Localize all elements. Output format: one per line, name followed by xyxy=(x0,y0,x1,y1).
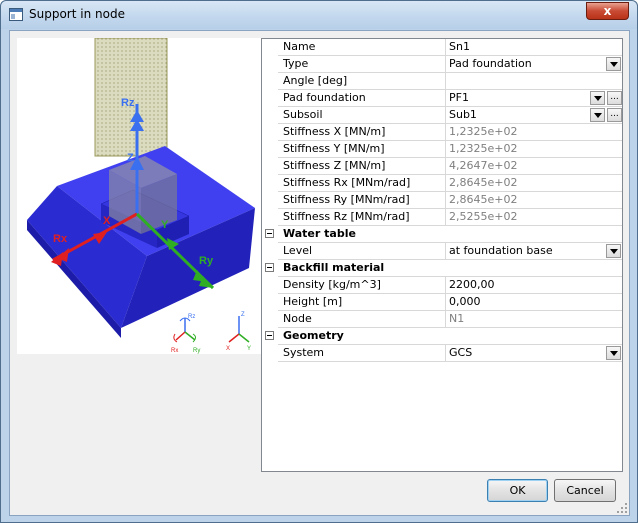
mini-y-label: Y xyxy=(247,346,251,352)
prop-row-stiffness-rx: Stiffness Rx [MNm/rad] 2,8645e+02 xyxy=(262,175,622,192)
pad-foundation-dropdown-value: PF1 xyxy=(449,91,469,104)
category-label: Water table xyxy=(278,226,622,243)
prop-row-stiffness-z: Stiffness Z [MN/m] 4,2647e+02 xyxy=(262,158,622,175)
prop-row-pad-foundation[interactable]: Pad foundation PF1 ... xyxy=(262,90,622,107)
prop-label: Stiffness X [MN/m] xyxy=(278,124,446,141)
mini-x-label: X xyxy=(226,346,230,352)
prop-row-subsoil[interactable]: Subsoil Sub1 ... xyxy=(262,107,622,124)
prop-value-type[interactable]: Pad foundation xyxy=(446,56,622,73)
prop-label: Node xyxy=(278,311,446,328)
prop-label: Type xyxy=(278,56,446,73)
subsoil-dropdown-button[interactable] xyxy=(590,108,605,122)
prop-value-height[interactable]: 0,000 xyxy=(446,294,622,311)
type-dropdown-value: Pad foundation xyxy=(449,57,532,70)
prop-row-density[interactable]: Density [kg/m^3] 2200,00 xyxy=(262,277,622,294)
foundation-3d-view[interactable]: Z Rz X Rx Y Ry Rz Rx Ry Z X Y xyxy=(17,38,261,354)
prop-row-stiffness-y: Stiffness Y [MN/m] 1,2325e+02 xyxy=(262,141,622,158)
prop-label: System xyxy=(278,345,446,362)
prop-row-level[interactable]: Level at foundation base xyxy=(262,243,622,260)
prop-value-stiffness-ry: 2,8645e+02 xyxy=(446,192,622,209)
pad-foundation-dropdown-button[interactable] xyxy=(590,91,605,105)
resize-grip-icon[interactable] xyxy=(616,502,628,514)
prop-value-stiffness-y: 1,2325e+02 xyxy=(446,141,622,158)
axis-rx-label: Rx xyxy=(53,233,68,245)
axis-z-label: Z xyxy=(127,152,134,164)
prop-row-stiffness-rz: Stiffness Rz [MNm/rad] 2,5255e+02 xyxy=(262,209,622,226)
category-water-table[interactable]: Water table xyxy=(262,226,622,243)
prop-label: Level xyxy=(278,243,446,260)
prop-label: Stiffness Ry [MNm/rad] xyxy=(278,192,446,209)
prop-value-pad-foundation[interactable]: PF1 ... xyxy=(446,90,622,107)
axis-x-label: X xyxy=(103,215,111,227)
system-dropdown-button[interactable] xyxy=(606,346,621,360)
dialog-window: Support in node x Z Rz X Rx Y Ry Rz Rx R… xyxy=(0,0,638,523)
type-dropdown-button[interactable] xyxy=(606,57,621,71)
prop-row-height[interactable]: Height [m] 0,000 xyxy=(262,294,622,311)
prop-label: Subsoil xyxy=(278,107,446,124)
property-grid[interactable]: Name Sn1 Type Pad foundation Angle [deg]… xyxy=(261,38,623,472)
prop-row-system[interactable]: System GCS xyxy=(262,345,622,362)
pad-foundation-edit-button[interactable]: ... xyxy=(607,91,622,105)
mini-z-label: Z xyxy=(241,312,245,318)
prop-value-stiffness-rz: 2,5255e+02 xyxy=(446,209,622,226)
category-label: Backfill material xyxy=(278,260,622,277)
axis-ry-label: Ry xyxy=(199,255,214,267)
mini-triad-axes: Z X Y xyxy=(226,312,251,352)
prop-label: Stiffness Rz [MNm/rad] xyxy=(278,209,446,226)
category-backfill-material[interactable]: Backfill material xyxy=(262,260,622,277)
prop-label: Density [kg/m^3] xyxy=(278,277,446,294)
prop-value-stiffness-z: 4,2647e+02 xyxy=(446,158,622,175)
prop-row-name[interactable]: Name Sn1 xyxy=(262,39,622,56)
prop-value-name[interactable]: Sn1 xyxy=(446,39,622,56)
prop-row-node: Node N1 xyxy=(262,311,622,328)
collapse-icon[interactable] xyxy=(265,263,274,272)
dialog-client-area: Z Rz X Rx Y Ry Rz Rx Ry Z X Y Name Sn1 T… xyxy=(9,30,630,516)
prop-row-type[interactable]: Type Pad foundation xyxy=(262,56,622,73)
collapse-icon[interactable] xyxy=(265,331,274,340)
level-dropdown-button[interactable] xyxy=(606,244,621,258)
axis-rz-label: Rz xyxy=(121,97,135,109)
prop-label: Pad foundation xyxy=(278,90,446,107)
title-bar[interactable]: Support in node x xyxy=(1,1,637,29)
prop-value-density[interactable]: 2200,00 xyxy=(446,277,622,294)
prop-label: Angle [deg] xyxy=(278,73,446,90)
prop-label: Stiffness Rx [MNm/rad] xyxy=(278,175,446,192)
prop-value-node: N1 xyxy=(446,311,622,328)
cancel-button[interactable]: Cancel xyxy=(554,479,616,502)
prop-label: Stiffness Z [MN/m] xyxy=(278,158,446,175)
mini-rx-label: Rx xyxy=(171,348,178,354)
prop-value-subsoil[interactable]: Sub1 ... xyxy=(446,107,622,124)
window-title: Support in node xyxy=(29,7,125,21)
subsoil-edit-button[interactable]: ... xyxy=(607,108,622,122)
ok-button[interactable]: OK xyxy=(487,479,548,502)
prop-value-system[interactable]: GCS xyxy=(446,345,622,362)
prop-value-stiffness-x: 1,2325e+02 xyxy=(446,124,622,141)
prop-value-angle[interactable] xyxy=(446,73,622,90)
prop-row-stiffness-ry: Stiffness Ry [MNm/rad] 2,8645e+02 xyxy=(262,192,622,209)
category-geometry[interactable]: Geometry xyxy=(262,328,622,345)
subsoil-dropdown-value: Sub1 xyxy=(449,108,477,121)
axis-y-label: Y xyxy=(161,219,169,231)
close-button[interactable]: x xyxy=(586,2,629,20)
level-dropdown-value: at foundation base xyxy=(449,244,553,257)
foundation-3d-drawing: Z Rz X Rx Y Ry Rz Rx Ry Z X Y xyxy=(27,38,255,354)
system-dropdown-value: GCS xyxy=(449,346,473,359)
prop-label: Name xyxy=(278,39,446,56)
collapse-icon[interactable] xyxy=(265,229,274,238)
category-label: Geometry xyxy=(278,328,622,345)
mini-rz-label: Rz xyxy=(188,314,195,320)
prop-label: Stiffness Y [MN/m] xyxy=(278,141,446,158)
prop-label: Height [m] xyxy=(278,294,446,311)
prop-row-stiffness-x: Stiffness X [MN/m] 1,2325e+02 xyxy=(262,124,622,141)
prop-value-level[interactable]: at foundation base xyxy=(446,243,622,260)
prop-row-angle[interactable]: Angle [deg] xyxy=(262,73,622,90)
prop-value-stiffness-rx: 2,8645e+02 xyxy=(446,175,622,192)
mini-triad-rotations: Rz Rx Ry xyxy=(171,314,200,354)
window-icon xyxy=(9,8,23,21)
mini-ry-label: Ry xyxy=(193,348,200,354)
